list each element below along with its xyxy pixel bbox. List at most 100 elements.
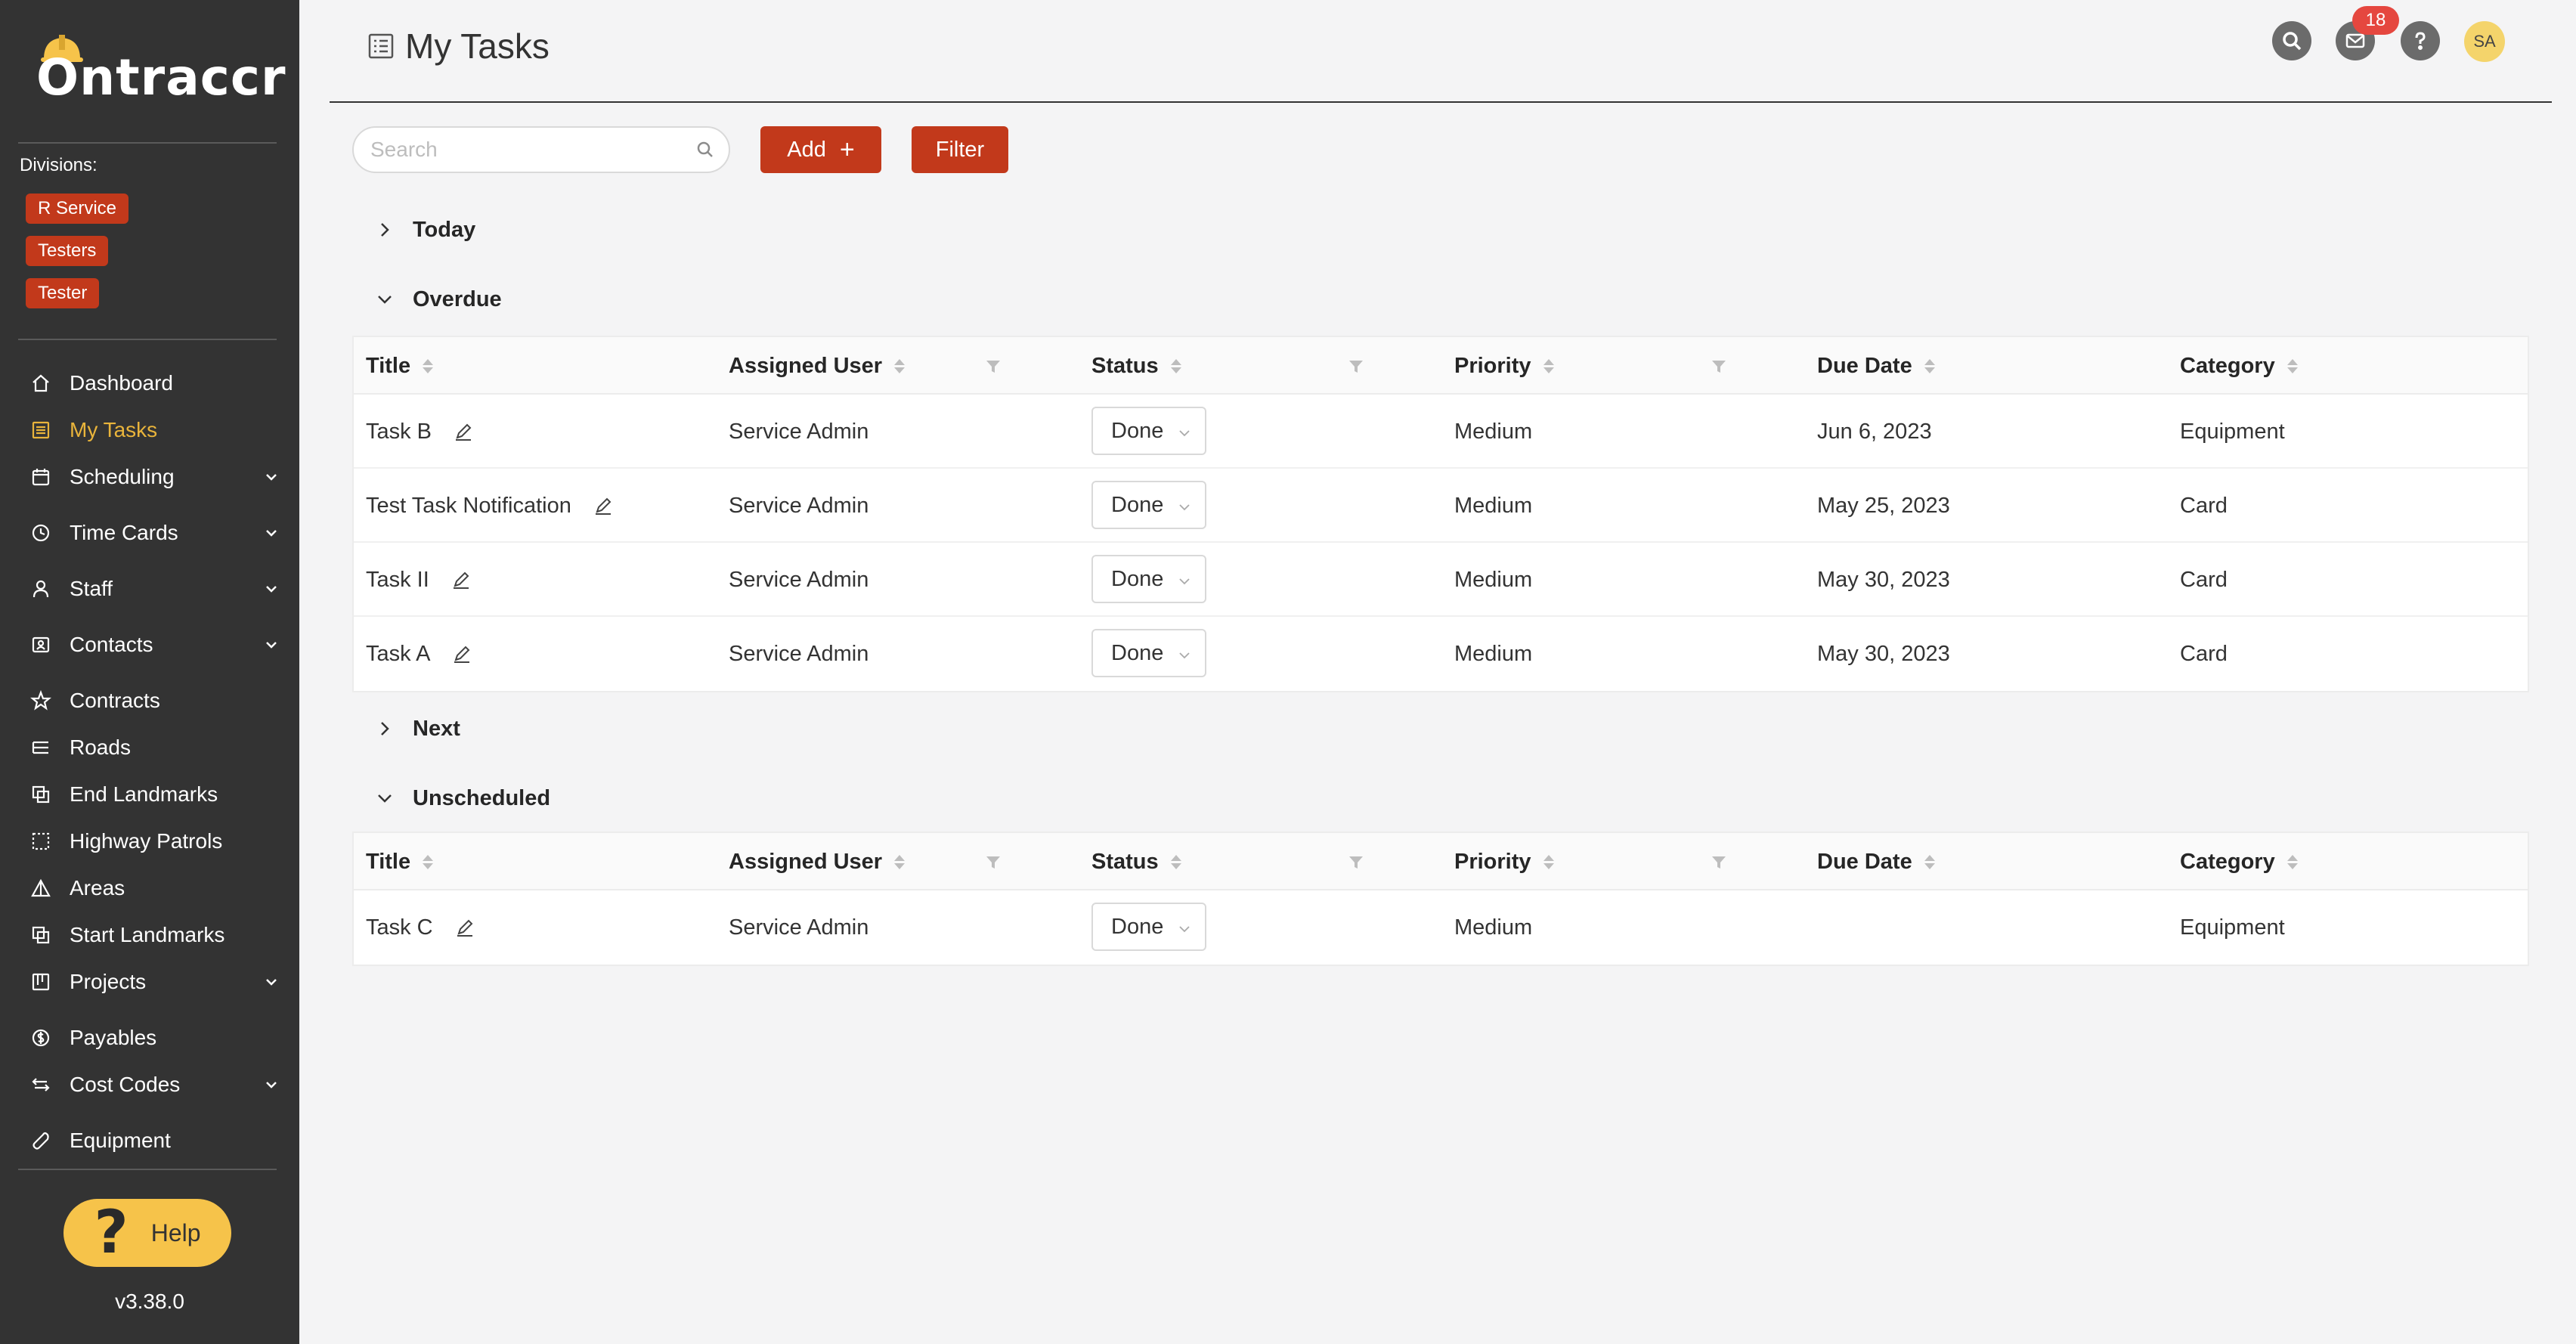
sidebar-item-my-tasks[interactable]: My Tasks xyxy=(30,413,280,447)
app-logo[interactable]: Ontraccr xyxy=(36,33,286,107)
status-select[interactable]: Done xyxy=(1091,407,1206,455)
table-row[interactable]: Task A Service Admin Done Medium May 30, 202… xyxy=(354,617,2528,691)
sidebar-item-cost-codes[interactable]: Cost Codes xyxy=(30,1067,280,1102)
sidebar-item-dashboard[interactable]: Dashboard xyxy=(30,366,280,401)
sidebar-divider xyxy=(18,1169,277,1170)
column-header-status[interactable]: Status xyxy=(1091,833,1181,890)
divisions-label: Divisions: xyxy=(20,155,98,175)
sort-icon[interactable] xyxy=(1170,358,1181,373)
sidebar-item-highway-patrols[interactable]: Highway Patrols xyxy=(30,824,280,859)
section-overdue-toggle[interactable]: Overdue xyxy=(375,284,502,314)
column-header-category[interactable]: Category xyxy=(2180,833,2298,890)
sort-icon[interactable] xyxy=(1170,854,1181,869)
add-button[interactable]: Add + xyxy=(760,126,881,173)
edit-icon[interactable] xyxy=(451,643,472,664)
search-input[interactable] xyxy=(370,128,673,172)
section-today-toggle[interactable]: Today xyxy=(375,215,475,245)
filter-icon[interactable] xyxy=(1348,360,1364,373)
sort-icon[interactable] xyxy=(423,854,434,869)
sidebar-item-contracts[interactable]: Contracts xyxy=(30,683,280,718)
help-button[interactable]: ? Help xyxy=(63,1199,231,1267)
user-icon xyxy=(30,578,51,599)
priority: Medium xyxy=(1454,915,1533,940)
section-next-toggle[interactable]: Next xyxy=(375,714,460,744)
column-header-title[interactable]: Title xyxy=(366,337,434,395)
notification-badge: 18 xyxy=(2352,6,2399,35)
status-select[interactable]: Done xyxy=(1091,903,1206,951)
task-title[interactable]: Task B xyxy=(366,420,432,444)
chevron-down-icon[interactable] xyxy=(263,525,280,541)
task-title[interactable]: Task II xyxy=(366,568,429,593)
swap-icon xyxy=(30,1074,51,1095)
sort-icon[interactable] xyxy=(2287,358,2298,373)
column-header-priority[interactable]: Priority xyxy=(1454,833,1554,890)
edit-icon[interactable] xyxy=(453,421,474,442)
user-avatar[interactable]: SA xyxy=(2464,21,2505,62)
column-header-title[interactable]: Title xyxy=(366,833,434,890)
task-title[interactable]: Task A xyxy=(366,642,430,667)
column-header-assigned-user[interactable]: Assigned User xyxy=(729,337,906,395)
sort-icon[interactable] xyxy=(1543,358,1554,373)
sidebar-item-payables[interactable]: Payables xyxy=(30,1020,280,1055)
column-header-category[interactable]: Category xyxy=(2180,337,2298,395)
sidebar-item-scheduling[interactable]: Scheduling xyxy=(30,460,280,494)
column-header-label: Due Date xyxy=(1817,353,1912,378)
chevron-down-icon[interactable] xyxy=(263,469,280,485)
filter-icon[interactable] xyxy=(1711,856,1726,869)
chevron-down-icon[interactable] xyxy=(263,1076,280,1093)
column-header-assigned-user[interactable]: Assigned User xyxy=(729,833,906,890)
sort-icon[interactable] xyxy=(894,358,906,373)
division-tag[interactable]: Testers xyxy=(26,236,109,266)
status-select[interactable]: Done xyxy=(1091,555,1206,603)
status-select[interactable]: Done xyxy=(1091,629,1206,677)
sidebar-item-staff[interactable]: Staff xyxy=(30,571,280,606)
task-title[interactable]: Test Task Notification xyxy=(366,494,571,519)
sort-icon[interactable] xyxy=(1924,854,1935,869)
sidebar-item-time-cards[interactable]: Time Cards xyxy=(30,516,280,550)
sort-icon[interactable] xyxy=(1924,358,1935,373)
task-title-cell: Task C xyxy=(366,890,475,965)
column-header-due-date[interactable]: Due Date xyxy=(1817,833,1935,890)
sidebar-item-contacts[interactable]: Contacts xyxy=(30,627,280,662)
sort-icon[interactable] xyxy=(894,854,906,869)
edit-icon[interactable] xyxy=(454,917,475,938)
sidebar-item-areas[interactable]: Areas xyxy=(30,871,280,906)
sidebar-item-projects[interactable]: Projects xyxy=(30,965,280,999)
task-title[interactable]: Task C xyxy=(366,915,433,940)
column-header-status[interactable]: Status xyxy=(1091,337,1181,395)
filter-icon[interactable] xyxy=(1348,856,1364,869)
chevron-down-icon[interactable] xyxy=(263,974,280,990)
column-header-priority[interactable]: Priority xyxy=(1454,337,1554,395)
table-row[interactable]: Task B Service Admin Done Medium Jun 6, 2023… xyxy=(354,395,2528,469)
filter-button[interactable]: Filter xyxy=(912,126,1008,173)
sort-icon[interactable] xyxy=(2287,854,2298,869)
division-tag[interactable]: Tester xyxy=(26,278,100,308)
chevron-down-icon[interactable] xyxy=(263,581,280,597)
sort-icon[interactable] xyxy=(1543,854,1554,869)
filter-icon[interactable] xyxy=(1711,360,1726,373)
division-tag[interactable]: R Service xyxy=(26,194,129,224)
search-button[interactable] xyxy=(2272,21,2311,60)
edit-icon[interactable] xyxy=(450,569,472,590)
search-icon[interactable] xyxy=(695,140,715,159)
table-row[interactable]: Test Task Notification Service Admin Done M… xyxy=(354,469,2528,543)
filter-icon[interactable] xyxy=(986,360,1001,373)
sidebar-item-start-landmarks[interactable]: Start Landmarks xyxy=(30,918,280,952)
table-row[interactable]: Task II Service Admin Done Medium May 30, 20… xyxy=(354,543,2528,617)
sidebar-item-roads[interactable]: Roads xyxy=(30,730,280,765)
column-header-label: Category xyxy=(2180,849,2275,874)
chevron-down-icon[interactable] xyxy=(263,636,280,653)
table-row[interactable]: Task C Service Admin Done Medium Equipment xyxy=(354,890,2528,965)
chevron-down-icon xyxy=(1179,430,1190,437)
section-today-label: Today xyxy=(413,217,476,242)
filter-icon[interactable] xyxy=(986,856,1001,869)
column-header-due-date[interactable]: Due Date xyxy=(1817,337,1935,395)
sort-icon[interactable] xyxy=(423,358,434,373)
column-header-label: Title xyxy=(366,353,411,378)
status-select[interactable]: Done xyxy=(1091,481,1206,529)
sidebar-item-end-landmarks[interactable]: End Landmarks xyxy=(30,777,280,812)
help-icon-button[interactable] xyxy=(2401,21,2440,60)
sidebar-item-equipment[interactable]: Equipment xyxy=(30,1123,280,1158)
section-unscheduled-toggle[interactable]: Unscheduled xyxy=(375,783,550,813)
edit-icon[interactable] xyxy=(593,495,614,516)
